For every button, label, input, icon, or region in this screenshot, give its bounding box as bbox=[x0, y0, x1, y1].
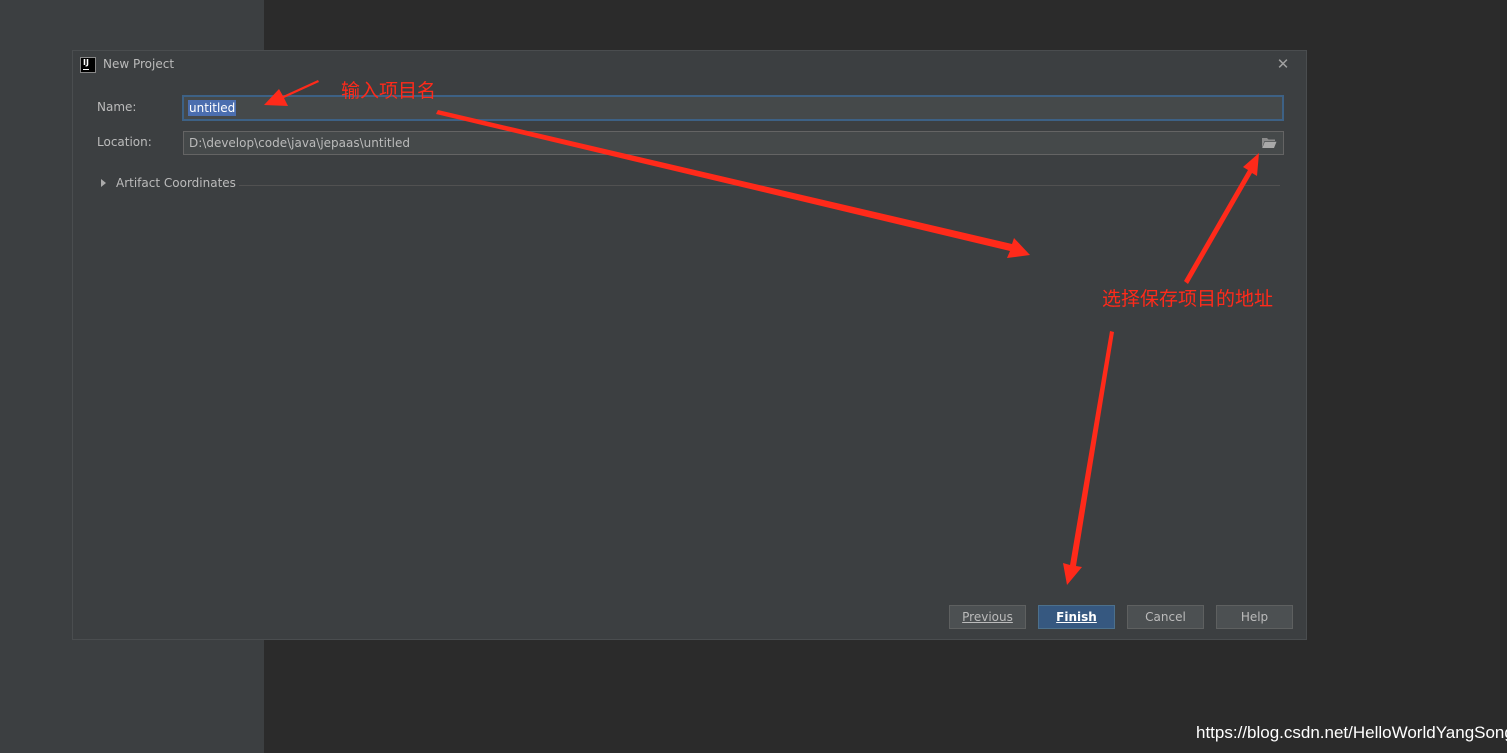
dialog-titlebar: IJ New Project ✕ bbox=[73, 51, 1306, 79]
previous-button[interactable]: Previous bbox=[949, 605, 1026, 629]
help-button-label: Help bbox=[1240, 610, 1269, 624]
app-icon-text: IJ bbox=[83, 58, 89, 67]
location-label: Location: bbox=[97, 135, 152, 149]
location-input[interactable]: D:\develop\code\java\jepaas\untitled bbox=[183, 131, 1284, 155]
name-input-value: untitled bbox=[188, 100, 237, 116]
dialog-title: New Project bbox=[103, 57, 175, 71]
annotation-location-hint: 选择保存项目的地址 bbox=[1102, 288, 1274, 310]
location-input-value: D:\develop\code\java\jepaas\untitled bbox=[189, 136, 410, 150]
close-icon[interactable]: ✕ bbox=[1274, 55, 1292, 73]
cancel-button[interactable]: Cancel bbox=[1127, 605, 1204, 629]
help-button[interactable]: Help bbox=[1216, 605, 1293, 629]
finish-button-label: Finish bbox=[1056, 610, 1097, 624]
watermark-url: https://blog.csdn.net/HelloWorldYangSong bbox=[1196, 723, 1507, 742]
intellij-app-icon: IJ bbox=[80, 57, 96, 73]
previous-button-label: Previous bbox=[962, 610, 1013, 624]
folder-icon[interactable] bbox=[1261, 137, 1277, 149]
expand-triangle-icon bbox=[101, 179, 106, 187]
finish-button[interactable]: Finish bbox=[1038, 605, 1115, 629]
artifact-coordinates-label: Artifact Coordinates bbox=[116, 176, 236, 190]
section-separator bbox=[239, 185, 1280, 186]
annotation-name-hint: 输入项目名 bbox=[341, 80, 437, 102]
name-label: Name: bbox=[97, 100, 137, 114]
new-project-dialog: IJ New Project ✕ Name: untitled Location… bbox=[72, 50, 1307, 640]
cancel-button-label: Cancel bbox=[1145, 610, 1186, 624]
